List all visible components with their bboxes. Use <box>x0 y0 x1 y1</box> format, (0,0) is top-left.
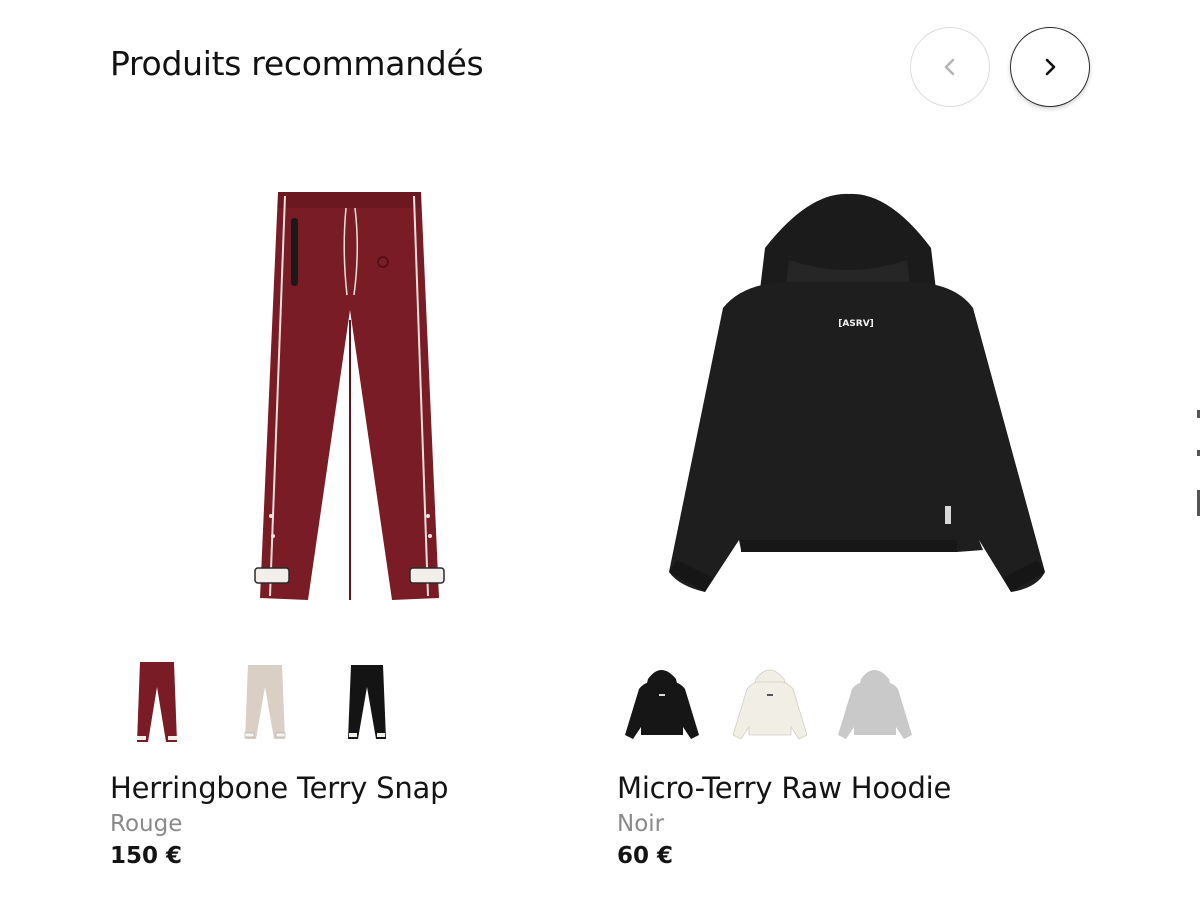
carousel-prev-button[interactable] <box>910 27 990 107</box>
pants-thumbnail <box>244 665 286 739</box>
swatch-noir[interactable] <box>321 657 411 747</box>
chevron-right-icon <box>1045 58 1056 76</box>
hoodie-image[interactable]: [ASRV] <box>617 130 1087 630</box>
color-swatches <box>110 657 590 747</box>
hoodie-thumbnail <box>732 669 808 740</box>
chevron-left-icon <box>944 58 955 76</box>
swatch-blanc[interactable] <box>725 657 815 747</box>
product-color: Rouge <box>110 811 183 837</box>
product-name[interactable]: Herringbone Terry Snap <box>110 771 449 805</box>
hoodie-logo: [ASRV] <box>838 319 874 329</box>
product-price: 150 € <box>110 843 183 869</box>
pants-thumbnail <box>137 662 177 742</box>
swatch-beige[interactable] <box>221 657 311 747</box>
hoodie-thumbnail <box>625 670 699 739</box>
product-name[interactable]: Micro-Terry Raw Hoodie <box>617 771 951 805</box>
hoodie-drawing <box>669 193 1045 592</box>
swatch-gris[interactable] <box>830 657 920 747</box>
product-price: 60 € <box>617 843 674 869</box>
track-pants-drawing <box>254 192 445 600</box>
recommended-products-section: Produits recommandés Herringbone Terry S… <box>0 0 1200 900</box>
section-title: Produits recommandés <box>110 44 484 83</box>
swatch-rouge[interactable] <box>113 657 203 747</box>
swatch-noir[interactable] <box>617 657 707 747</box>
next-card-edge <box>1197 410 1200 516</box>
product-color: Noir <box>617 811 665 837</box>
hoodie-thumbnail <box>838 670 912 739</box>
pants-thumbnail <box>348 665 386 739</box>
carousel-next-button[interactable] <box>1010 27 1090 107</box>
color-swatches <box>617 657 1097 747</box>
track-pants-image[interactable] <box>110 130 580 630</box>
